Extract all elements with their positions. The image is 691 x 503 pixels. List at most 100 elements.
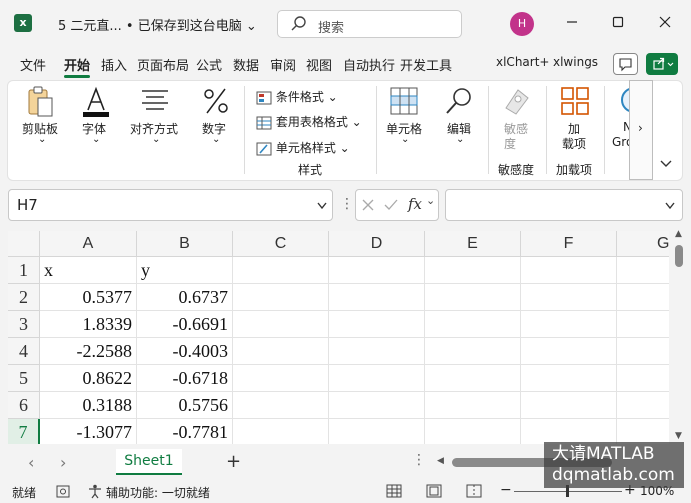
next-sheet-button[interactable]: › xyxy=(60,453,66,472)
cell-b3[interactable]: -0.6691 xyxy=(137,311,233,338)
chevron-down-icon: ⌄ xyxy=(92,134,101,145)
cell-b7[interactable]: -0.7781 xyxy=(137,419,233,444)
row-header-selected[interactable]: 7 xyxy=(8,419,40,444)
ribbon-scroll-right-button[interactable]: › xyxy=(629,80,653,180)
chevron-down-icon xyxy=(660,160,672,167)
column-header-b[interactable]: B xyxy=(137,231,233,257)
chevron-down-icon: ⌄ xyxy=(347,115,362,129)
format-as-table-button[interactable]: 套用表格格式 ⌄ xyxy=(256,113,362,130)
tab-review[interactable]: 审阅 xyxy=(270,55,296,74)
more-options-icon[interactable]: ⋮ xyxy=(412,452,426,468)
cell-a5[interactable]: 0.8622 xyxy=(40,365,137,392)
tab-view[interactable]: 视图 xyxy=(306,55,332,74)
share-icon xyxy=(653,57,674,70)
chevron-down-icon: ⌄ xyxy=(212,134,221,145)
sensitivity-button[interactable]: 敏感 度 xyxy=(496,86,538,151)
cell-a3[interactable]: 1.8339 xyxy=(40,311,137,338)
extra-ribbon-button[interactable]: N Gro xyxy=(610,86,630,148)
cell-a4[interactable]: -2.2588 xyxy=(40,338,137,365)
page-break-view-icon[interactable] xyxy=(466,484,482,498)
cancel-icon[interactable] xyxy=(362,199,374,211)
cells-button[interactable]: 单元格 ⌄ xyxy=(383,86,427,148)
zoom-out-button[interactable]: − xyxy=(500,482,512,498)
cell-b1[interactable]: y xyxy=(137,257,233,284)
active-tab-indicator xyxy=(64,75,90,78)
cell-b6[interactable]: 0.5756 xyxy=(137,392,233,419)
column-header-f[interactable]: F xyxy=(521,231,617,257)
column-header-a[interactable]: A xyxy=(40,231,137,257)
conditional-format-button[interactable]: 条件格式 ⌄ xyxy=(256,88,338,105)
tab-xlchart[interactable]: xlChart+ xyxy=(496,55,549,69)
user-avatar[interactable]: H xyxy=(510,12,534,36)
previous-sheet-button[interactable]: ‹ xyxy=(28,453,34,472)
tab-insert[interactable]: 插入 xyxy=(101,55,127,74)
tab-formulas[interactable]: 公式 xyxy=(196,55,222,74)
cell-a2[interactable]: 0.5377 xyxy=(40,284,137,311)
row-header[interactable]: 1 xyxy=(8,257,40,284)
tab-data[interactable]: 数据 xyxy=(233,55,259,74)
macro-recording-icon[interactable] xyxy=(56,485,70,498)
chevron-down-icon: ⌄ xyxy=(426,194,436,207)
row-header[interactable]: 5 xyxy=(8,365,40,392)
maximize-icon xyxy=(612,16,624,28)
column-header-e[interactable]: E xyxy=(425,231,521,257)
accessibility-status[interactable]: 辅助功能: 一切就绪 xyxy=(106,484,210,501)
tab-automate[interactable]: 自动执行 xyxy=(343,55,395,74)
column-header-d[interactable]: D xyxy=(329,231,425,257)
cell-a7[interactable]: -1.3077 xyxy=(40,419,137,444)
search-box[interactable]: 搜索 xyxy=(277,10,462,38)
row-header[interactable]: 4 xyxy=(8,338,40,365)
cell-b5[interactable]: -0.6718 xyxy=(137,365,233,392)
cell-b2[interactable]: 0.6737 xyxy=(137,284,233,311)
chevron-down-icon: ⌄ xyxy=(38,134,47,145)
add-sheet-button[interactable]: + xyxy=(226,451,241,472)
name-box[interactable]: H7 xyxy=(8,189,333,221)
minimize-button[interactable] xyxy=(560,12,584,36)
close-button[interactable] xyxy=(653,12,677,36)
normal-view-icon[interactable] xyxy=(386,484,402,498)
share-button[interactable] xyxy=(646,53,678,75)
page-layout-view-icon[interactable] xyxy=(426,484,442,498)
cell-style-icon xyxy=(256,142,272,155)
select-all-corner[interactable] xyxy=(8,231,40,257)
grid-lines xyxy=(233,257,669,444)
cell-styles-button[interactable]: 单元格样式 ⌄ xyxy=(256,139,350,156)
accessibility-icon[interactable] xyxy=(88,484,102,499)
format-as-table-label: 套用表格格式 xyxy=(275,115,348,129)
row-header[interactable]: 3 xyxy=(8,311,40,338)
tab-xlwings[interactable]: xlwings xyxy=(553,55,598,69)
comments-button[interactable] xyxy=(613,53,638,75)
chevron-down-icon: ⌄ xyxy=(401,134,410,145)
cell-a1[interactable]: x xyxy=(40,257,137,284)
formula-input[interactable] xyxy=(445,189,683,221)
scroll-left-icon[interactable]: ◀ xyxy=(437,456,444,466)
alignment-button[interactable]: 对齐方式 ⌄ xyxy=(126,86,184,148)
document-title-text: 5 二元直... • 已保存到这台电脑 xyxy=(58,19,242,34)
chevron-right-icon: › xyxy=(638,121,643,135)
font-button[interactable]: 字体 ⌄ xyxy=(76,86,116,148)
tab-developer[interactable]: 开发工具 xyxy=(400,55,452,74)
column-header-g[interactable]: G xyxy=(617,231,669,257)
insert-function-button[interactable]: fx xyxy=(408,195,422,213)
maximize-button[interactable] xyxy=(606,12,630,36)
document-title[interactable]: 5 二元直... • 已保存到这台电脑 ⌄ xyxy=(58,15,257,34)
row-header[interactable]: 6 xyxy=(8,392,40,419)
ribbon-collapse-button[interactable] xyxy=(659,158,673,172)
row-header[interactable]: 2 xyxy=(8,284,40,311)
tab-home[interactable]: 开始 xyxy=(64,55,90,74)
editing-button[interactable]: 编辑 ⌄ xyxy=(440,86,480,148)
cell-b4[interactable]: -0.4003 xyxy=(137,338,233,365)
tab-page-layout[interactable]: 页面布局 xyxy=(137,55,189,74)
scroll-down-icon: ▼ xyxy=(675,431,682,441)
number-format-button[interactable]: 数字 ⌄ xyxy=(196,86,236,148)
addins-button[interactable]: 加 载项 xyxy=(556,86,596,151)
spreadsheet-grid[interactable]: A B C D E F G 1 2 3 4 5 6 7 x y 0.5377 0… xyxy=(8,231,669,444)
clipboard-button[interactable]: 剪贴板 ⌄ xyxy=(16,86,66,148)
check-icon[interactable] xyxy=(384,199,398,211)
tab-file[interactable]: 文件 xyxy=(20,55,46,74)
cell-a6[interactable]: 0.3188 xyxy=(40,392,137,419)
title-bar: x 5 二元直... • 已保存到这台电脑 ⌄ 搜索 H xyxy=(0,0,691,46)
vertical-scroll-thumb[interactable] xyxy=(675,245,683,267)
sheet-tab-sheet1[interactable]: Sheet1 xyxy=(116,449,182,475)
column-header-c[interactable]: C xyxy=(233,231,329,257)
